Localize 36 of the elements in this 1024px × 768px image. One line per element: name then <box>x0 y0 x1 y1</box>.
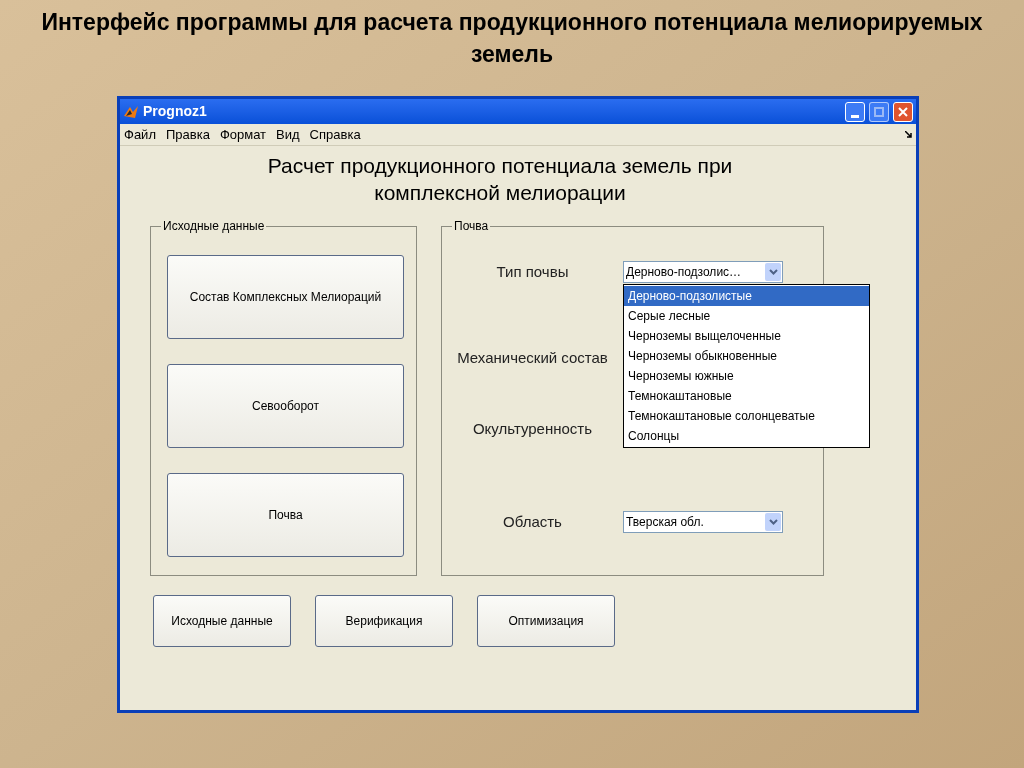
window-title: Prognoz1 <box>143 102 207 121</box>
dock-arrow-icon[interactable] <box>905 131 912 138</box>
close-icon <box>898 106 908 117</box>
minimize-icon <box>851 114 859 118</box>
slide-title: Интерфейс программы для расчета продукционного потенциала мелиорируемых земель <box>40 8 984 69</box>
menu-item[interactable]: Файл <box>124 124 156 145</box>
action-button[interactable]: Почва <box>167 473 404 557</box>
minimize-button[interactable] <box>845 101 865 122</box>
group-title: Исходные данные <box>161 218 267 234</box>
dropdown-option[interactable]: Черноземы выщелоченные <box>624 326 869 346</box>
field-label: Область <box>502 512 563 532</box>
dropdown-option[interactable]: Серые лесные <box>624 306 869 326</box>
dropdown[interactable]: Тверская обл. <box>623 511 783 533</box>
dropdown-option[interactable]: Черноземы обыкновенные <box>624 346 869 366</box>
menu-item[interactable]: Правка <box>165 124 210 145</box>
dropdown-option[interactable]: Черноземы южные <box>624 366 869 386</box>
menu-item[interactable]: Формат <box>219 124 267 145</box>
dropdown-option[interactable]: Темнокаштановые <box>624 386 869 406</box>
field-label: Тип почвы <box>495 262 570 282</box>
dropdown-option[interactable]: Дерново-подзолистые <box>624 286 869 306</box>
dropdown-option[interactable]: Темнокаштановые солонцеватые <box>624 406 869 426</box>
action-button[interactable]: Севооборот <box>167 364 404 448</box>
menu-item[interactable]: Справка <box>309 124 361 145</box>
maximize-icon <box>874 106 884 117</box>
maximize-button[interactable] <box>869 101 889 122</box>
dropdown[interactable]: Дерново-подзолис… <box>623 261 783 283</box>
action-button[interactable]: Исходные данные <box>153 595 291 647</box>
field-label: Окультуренность <box>471 419 594 439</box>
action-button[interactable]: Оптимизация <box>477 595 615 647</box>
menu-item[interactable]: Вид <box>276 124 300 145</box>
action-button[interactable]: Верификация <box>315 595 453 647</box>
dropdown-option[interactable]: Солонцы <box>624 426 869 446</box>
field-label: Механический состав <box>456 348 609 368</box>
close-button[interactable] <box>893 101 913 122</box>
action-button[interactable]: Состав Комплексных Мелиораций <box>167 255 404 339</box>
form-heading: Расчет продукционного потенциала земель при комплексной мелиорации <box>266 153 734 206</box>
